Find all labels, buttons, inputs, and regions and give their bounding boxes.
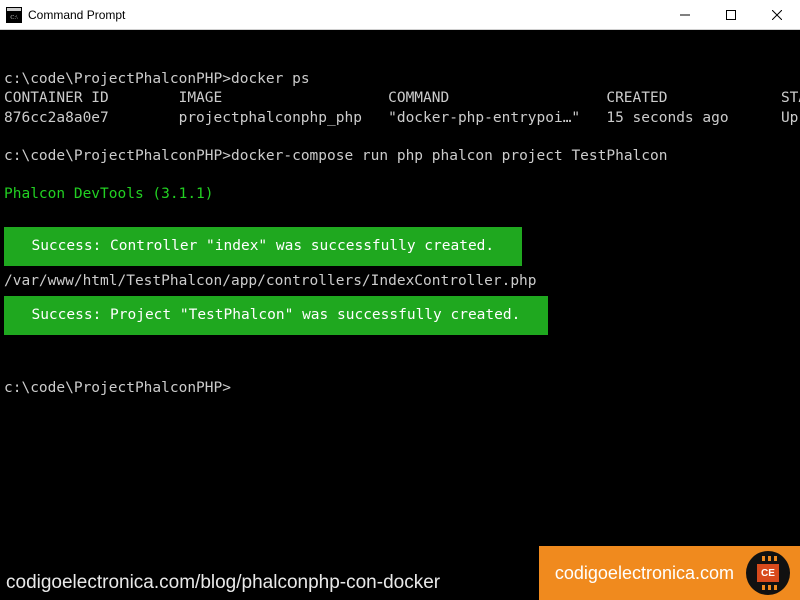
close-button[interactable] xyxy=(754,0,800,30)
terminal-body[interactable]: c:\code\ProjectPhalconPHP>docker ps CONT… xyxy=(0,30,800,600)
window-title: Command Prompt xyxy=(28,8,662,22)
devtools-line: Phalcon DevTools (3.1.1) xyxy=(4,186,214,202)
prompt: c:\code\ProjectPhalconPHP> xyxy=(4,148,231,164)
file-path: /var/www/html/TestPhalcon/app/controller… xyxy=(4,273,537,289)
prompt: c:\code\ProjectPhalconPHP> xyxy=(4,380,231,396)
command-text: docker ps xyxy=(231,71,310,87)
titlebar[interactable]: C:\ Command Prompt xyxy=(0,0,800,30)
svg-text:C:\: C:\ xyxy=(10,15,18,21)
logo-chip-icon: CE xyxy=(746,551,790,595)
success-message: Success: Project "TestPhalcon" was succe… xyxy=(4,296,548,335)
site-badge: codigoelectronica.com CE xyxy=(539,546,800,600)
ps-header: CONTAINER ID IMAGE COMMAND CREATED STATU… xyxy=(4,90,800,106)
command-text: docker-compose run php phalcon project T… xyxy=(231,148,668,164)
success-message: Success: Controller "index" was successf… xyxy=(4,227,522,266)
logo-chip-label: CE xyxy=(757,564,779,582)
minimize-button[interactable] xyxy=(662,0,708,30)
prompt: c:\code\ProjectPhalconPHP> xyxy=(4,71,231,87)
cmd-icon: C:\ xyxy=(6,7,22,23)
window: C:\ Command Prompt c:\code\ProjectPhalco… xyxy=(0,0,800,600)
badge-site-text: codigoelectronica.com xyxy=(555,563,734,584)
ps-row: 876cc2a8a0e7 projectphalconphp_php "dock… xyxy=(4,110,800,126)
watermark-url: codigoelectronica.com/blog/phalconphp-co… xyxy=(6,572,440,594)
maximize-button[interactable] xyxy=(708,0,754,30)
